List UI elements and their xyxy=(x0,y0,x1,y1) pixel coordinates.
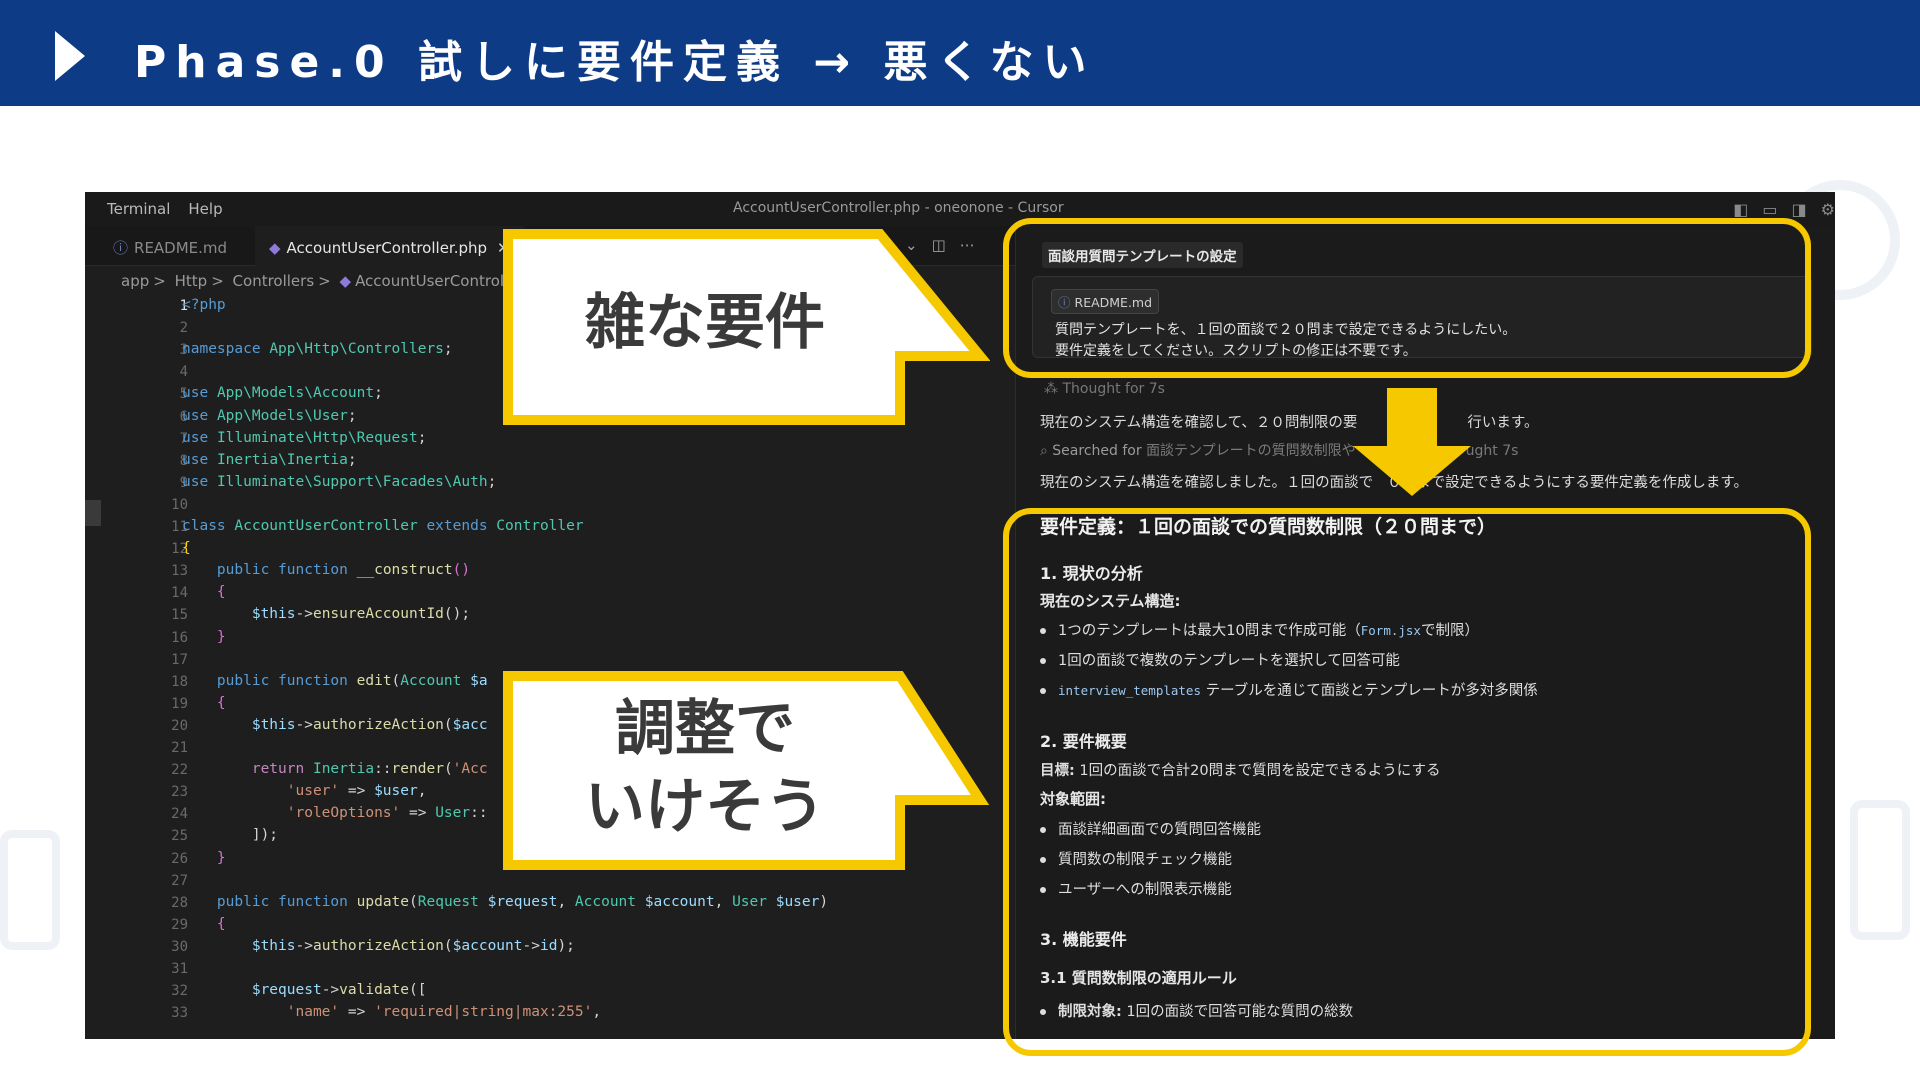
toggle-sidebar-icon[interactable]: ◧ xyxy=(1733,200,1748,219)
tab-readme[interactable]: ⓘ README.md xyxy=(99,226,241,266)
line-number: 2 xyxy=(179,320,188,337)
line-number: 21 xyxy=(171,740,188,756)
thought-status[interactable]: ⁂ Thought for 7s xyxy=(1044,381,1165,397)
line-number: 9 xyxy=(179,474,188,491)
line-number: 16 xyxy=(171,629,188,646)
menu-item-help[interactable]: Help xyxy=(188,200,222,218)
code-line: { xyxy=(182,540,191,557)
code-line: return Inertia::render('Acc xyxy=(251,761,488,778)
code-line: } xyxy=(216,628,226,645)
play-triangle-icon xyxy=(55,31,85,81)
code-line: $this->authorizeAction($acc xyxy=(251,716,488,733)
line-number: 31 xyxy=(171,961,188,977)
menu-item-terminal[interactable]: Terminal xyxy=(107,200,170,218)
code-line: use App\Models\Account; xyxy=(182,385,383,402)
line-number: 14 xyxy=(171,585,188,602)
line-number: 8 xyxy=(179,452,188,469)
background-decoration xyxy=(1850,800,1910,940)
line-number: 24 xyxy=(171,806,188,823)
callout-top-text: 雑な要件 xyxy=(585,288,825,358)
line-number: 25 xyxy=(171,828,188,845)
code-line: public function edit(Account $a xyxy=(216,672,488,689)
code-line: ]); xyxy=(182,827,279,844)
highlight-frame-request xyxy=(1003,218,1811,378)
code-line: namespace App\Http\Controllers; xyxy=(182,341,453,358)
code-line: { xyxy=(216,584,226,601)
line-number: 23 xyxy=(171,784,188,801)
slide: Phase.0 試しに要件定義 → 悪くない Terminal Help Acc… xyxy=(0,0,1920,1080)
slide-title: Phase.0 試しに要件定義 → 悪くない xyxy=(134,37,1096,88)
line-number: 7 xyxy=(179,430,188,447)
callout-bottom-text: 調整で いけそう xyxy=(585,694,825,842)
line-number: 3 xyxy=(179,342,188,359)
line-number: 28 xyxy=(171,894,188,911)
line-number: 33 xyxy=(171,1005,188,1022)
code-line: use App\Models\User; xyxy=(182,407,357,424)
code-line: { xyxy=(216,694,226,711)
code-line: $this->ensureAccountId(); xyxy=(251,606,471,623)
down-arrow-head xyxy=(1353,446,1471,496)
php-file-icon: ◆ xyxy=(269,239,281,257)
code-line: { xyxy=(216,915,226,932)
line-number: 13 xyxy=(171,563,188,580)
php-file-icon: ◆ xyxy=(339,272,352,290)
breadcrumb-controllers[interactable]: Controllers xyxy=(233,272,315,290)
header-bar: Phase.0 試しに要件定義 → 悪くない xyxy=(0,0,1920,106)
code-line: } xyxy=(216,849,226,866)
window-title: AccountUserController.php - oneonone - C… xyxy=(733,200,1064,216)
code-line: public function __construct() xyxy=(216,562,471,579)
breadcrumb: app > Http > Controllers > ◆ AccountUserCont… xyxy=(121,272,556,290)
line-number: 22 xyxy=(171,762,188,779)
background-decoration xyxy=(0,830,60,950)
code-line: use Inertia\Inertia; xyxy=(182,451,357,468)
search-icon: ⌕ xyxy=(1040,443,1053,459)
code-line: 'name' => 'required|string|max:255', xyxy=(286,1004,602,1021)
layout-controls: ◧ ▭ ◨ ⚙ xyxy=(1733,200,1835,219)
line-number: 10 xyxy=(171,496,188,513)
code-line: public function update(Request $request,… xyxy=(216,893,829,910)
line-number: 27 xyxy=(171,872,188,889)
line-number: 15 xyxy=(171,607,188,624)
callout-bottom: 調整で いけそう xyxy=(500,668,990,873)
line-number: 4 xyxy=(179,364,188,381)
code-line: $this->authorizeAction($account->id); xyxy=(251,937,575,954)
code-line: 'roleOptions' => User:: xyxy=(286,805,488,822)
code-line: use Illuminate\Support\Facades\Auth; xyxy=(182,473,497,490)
code-line: $request->validate([ xyxy=(251,982,427,999)
callout-top: 雑な要件 xyxy=(500,226,990,428)
highlight-frame-response xyxy=(1003,508,1811,1056)
line-number: 18 xyxy=(171,673,188,690)
breadcrumb-http[interactable]: Http xyxy=(175,272,208,290)
line-number: 12 xyxy=(171,541,188,558)
line-number: 20 xyxy=(171,717,188,734)
line-number: 5 xyxy=(179,386,188,403)
assistant-status-1: 現在のシステム構造を確認して、２０問制限の要 行います。 xyxy=(1040,415,1539,431)
toggle-secondary-sidebar-icon[interactable]: ◨ xyxy=(1792,200,1807,219)
line-number: 6 xyxy=(179,408,188,425)
code-line: <?php xyxy=(182,297,226,313)
toggle-panel-icon[interactable]: ▭ xyxy=(1762,200,1777,219)
code-line: use Illuminate\Http\Request; xyxy=(182,429,427,446)
tab-account-user-controller[interactable]: ◆AccountUserController.php✕ xyxy=(255,226,524,266)
line-number: 11 xyxy=(171,519,188,535)
thought-icon: ⁂ xyxy=(1044,381,1063,397)
code-line: class AccountUserController extends Cont… xyxy=(182,518,584,534)
line-number: 1 xyxy=(179,298,188,314)
line-number: 29 xyxy=(171,916,188,933)
line-number: 17 xyxy=(171,651,188,668)
line-number: 30 xyxy=(171,938,188,955)
settings-gear-icon[interactable]: ⚙ xyxy=(1821,200,1835,219)
line-number: 19 xyxy=(171,695,188,712)
menu-bar: Terminal Help xyxy=(107,200,223,218)
line-number: 26 xyxy=(171,850,188,867)
line-number: 32 xyxy=(171,983,188,1000)
info-icon: ⓘ xyxy=(113,239,129,257)
code-line: 'user' => $user, xyxy=(286,783,427,800)
breadcrumb-app[interactable]: app xyxy=(121,272,149,290)
